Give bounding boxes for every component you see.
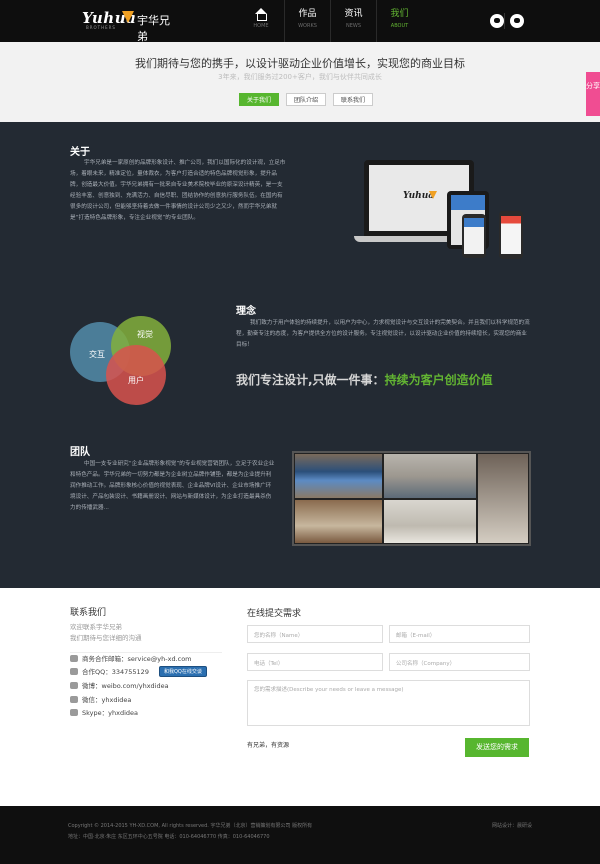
concept-text: 我们致力于用户体验的持续提升，以用户为中心，力求视觉设计与交互设计的完美契合。并… (236, 320, 530, 348)
nav-works-sub: WORKS (298, 23, 317, 29)
venn-label-interaction: 交互 (89, 349, 105, 359)
name-field[interactable]: 您的名称（Name） (247, 625, 383, 643)
header-divider (504, 13, 505, 29)
nav-news[interactable]: 资讯 NEWS (330, 0, 376, 42)
tab-about-us[interactable]: 关于我们 (239, 93, 280, 106)
contact-email: 商务合作邮箱：service@yh-xd.com (70, 653, 192, 663)
about-title: 关于 (70, 147, 90, 158)
contact-subtitle-2: 我们期待与您详细的沟通 (70, 634, 142, 642)
footer-address: 地址：中国·北京·朱庄 东区五环中心五号院 电话：010-64046770 传真… (68, 834, 270, 840)
company-field[interactable]: 公司名称（Company） (389, 653, 530, 671)
about-text: 宇华兄弟是一家原创的品牌形象设计、推广公司，我们以国际化的设计观，立足市场，着眼… (70, 160, 286, 221)
team-photo-2 (383, 453, 478, 499)
nav-news-label: 资讯 (344, 9, 363, 19)
nav-about-sub: ABOUT (390, 23, 409, 29)
venn-label-user: 用户 (128, 375, 144, 385)
concept-slogan: 我们专注设计,只做一件事：持续为客户创造价值 (236, 371, 493, 388)
contact-wechat: 微信：yhxdidea (70, 694, 131, 704)
contact-weibo-text[interactable]: 微博：weibo.com/yhxdidea (82, 680, 169, 690)
home-icon (254, 8, 268, 21)
venn-label-visual: 视觉 (137, 329, 153, 339)
contact-title: 联系我们 (70, 608, 107, 618)
qq-chat-button[interactable]: 和我QQ在线交谈 (158, 665, 207, 677)
nav-works[interactable]: 作品 WORKS (284, 0, 330, 42)
nav-home-sub: HOME (253, 23, 269, 29)
nav-works-label: 作品 (298, 9, 317, 19)
skype-icon (70, 708, 78, 716)
nav-about[interactable]: 我们 ABOUT (376, 0, 422, 42)
team-text: 中国一支专业研究“企业品牌形象视觉”的专业视觉营销团队，立足于农业企业和特色产品… (70, 461, 275, 511)
team-photo-1 (294, 453, 384, 499)
site-header: Yuhua BROTHERS 宇华兄弟 HOME 作品 WORKS 资讯 NEW… (0, 0, 600, 43)
intro-tabs: 关于我们 团队介绍 联系我们 (239, 93, 374, 106)
tab-contact[interactable]: 联系我们 (333, 93, 374, 106)
team-title: 团队 (70, 447, 90, 458)
tab-team[interactable]: 团队介绍 (286, 93, 327, 106)
nav-news-sub: NEWS (345, 23, 362, 29)
form-title: 在线提交需求 (247, 609, 302, 619)
site-footer: Copyright © 2014-2015 YH-XD.COM, All rig… (0, 806, 600, 864)
slogan-highlight: 持续为客户创造价值 (384, 373, 493, 387)
wechat-icon (70, 695, 78, 703)
team-photo-4 (294, 498, 384, 544)
team-photo-collage (292, 451, 531, 546)
contact-weibo: 微博：weibo.com/yhxdidea (70, 680, 169, 690)
concept-title: 理念 (236, 306, 256, 317)
intro-subline: 3年来，我们服务过200+客户，我们与伙伴共同成长 (218, 73, 382, 81)
nav-home[interactable]: HOME (238, 0, 284, 42)
contact-subtitle-1: 欢迎联系宇华兄弟 (70, 623, 122, 631)
team-photo-3 (477, 453, 529, 544)
mail-icon (70, 654, 78, 662)
tel-field[interactable]: 电话（Tel） (247, 653, 383, 671)
footer-links[interactable]: 网站设计：晨研设 (492, 822, 532, 829)
weibo-icon (70, 681, 78, 689)
email-field[interactable]: 邮箱（E-mail） (389, 625, 530, 643)
message-field[interactable]: 您的需求描述(Describe your needs or leave a me… (247, 680, 530, 726)
logo-chinese: 宇华兄弟 (137, 14, 170, 43)
contact-qq-text: 合作QQ：334755129 (82, 668, 149, 676)
main-nav: HOME 作品 WORKS 资讯 NEWS 我们 ABOUT (238, 0, 422, 42)
contact-skype-text: Skype：yhxdidea (82, 709, 138, 717)
phone-image-2 (499, 211, 523, 259)
team-photo-5 (383, 498, 478, 544)
nav-about-label: 我们 (390, 9, 409, 19)
contact-wechat-text: 微信：yhxdidea (82, 696, 132, 704)
contact-email-text[interactable]: 商务合作邮箱：service@yh-xd.com (82, 653, 192, 663)
contact-skype: Skype：yhxdidea (70, 707, 138, 717)
submit-button[interactable]: 发送您的需求 (465, 738, 529, 757)
phone-image (462, 214, 486, 258)
intro-headline: 我们期待与您的携手，以设计驱动企业价值增长，实现您的商业目标 (135, 57, 465, 70)
wechat-icon[interactable] (490, 14, 504, 28)
logo-subtitle: BROTHERS (86, 25, 116, 30)
form-note: 有兄弟，有资源 (247, 742, 290, 749)
user-icon[interactable] (510, 14, 524, 28)
laptop-logo-text: Yuhua (403, 191, 435, 201)
footer-copyright: Copyright © 2014-2015 YH-XD.COM, All rig… (68, 823, 313, 829)
qq-icon (70, 667, 78, 675)
contact-qq: 合作QQ：334755129 和我QQ在线交谈 (70, 665, 207, 677)
slogan-prefix: 我们专注设计,只做一件事： (236, 373, 385, 387)
intro-band: 我们期待与您的携手，以设计驱动企业价值增长，实现您的商业目标 3年来，我们服务过… (0, 42, 600, 122)
logo[interactable]: Yuhua BROTHERS 宇华兄弟 (82, 9, 172, 43)
venn-circle-user: 用户 (106, 345, 166, 405)
share-button[interactable]: 分享 (586, 72, 600, 116)
